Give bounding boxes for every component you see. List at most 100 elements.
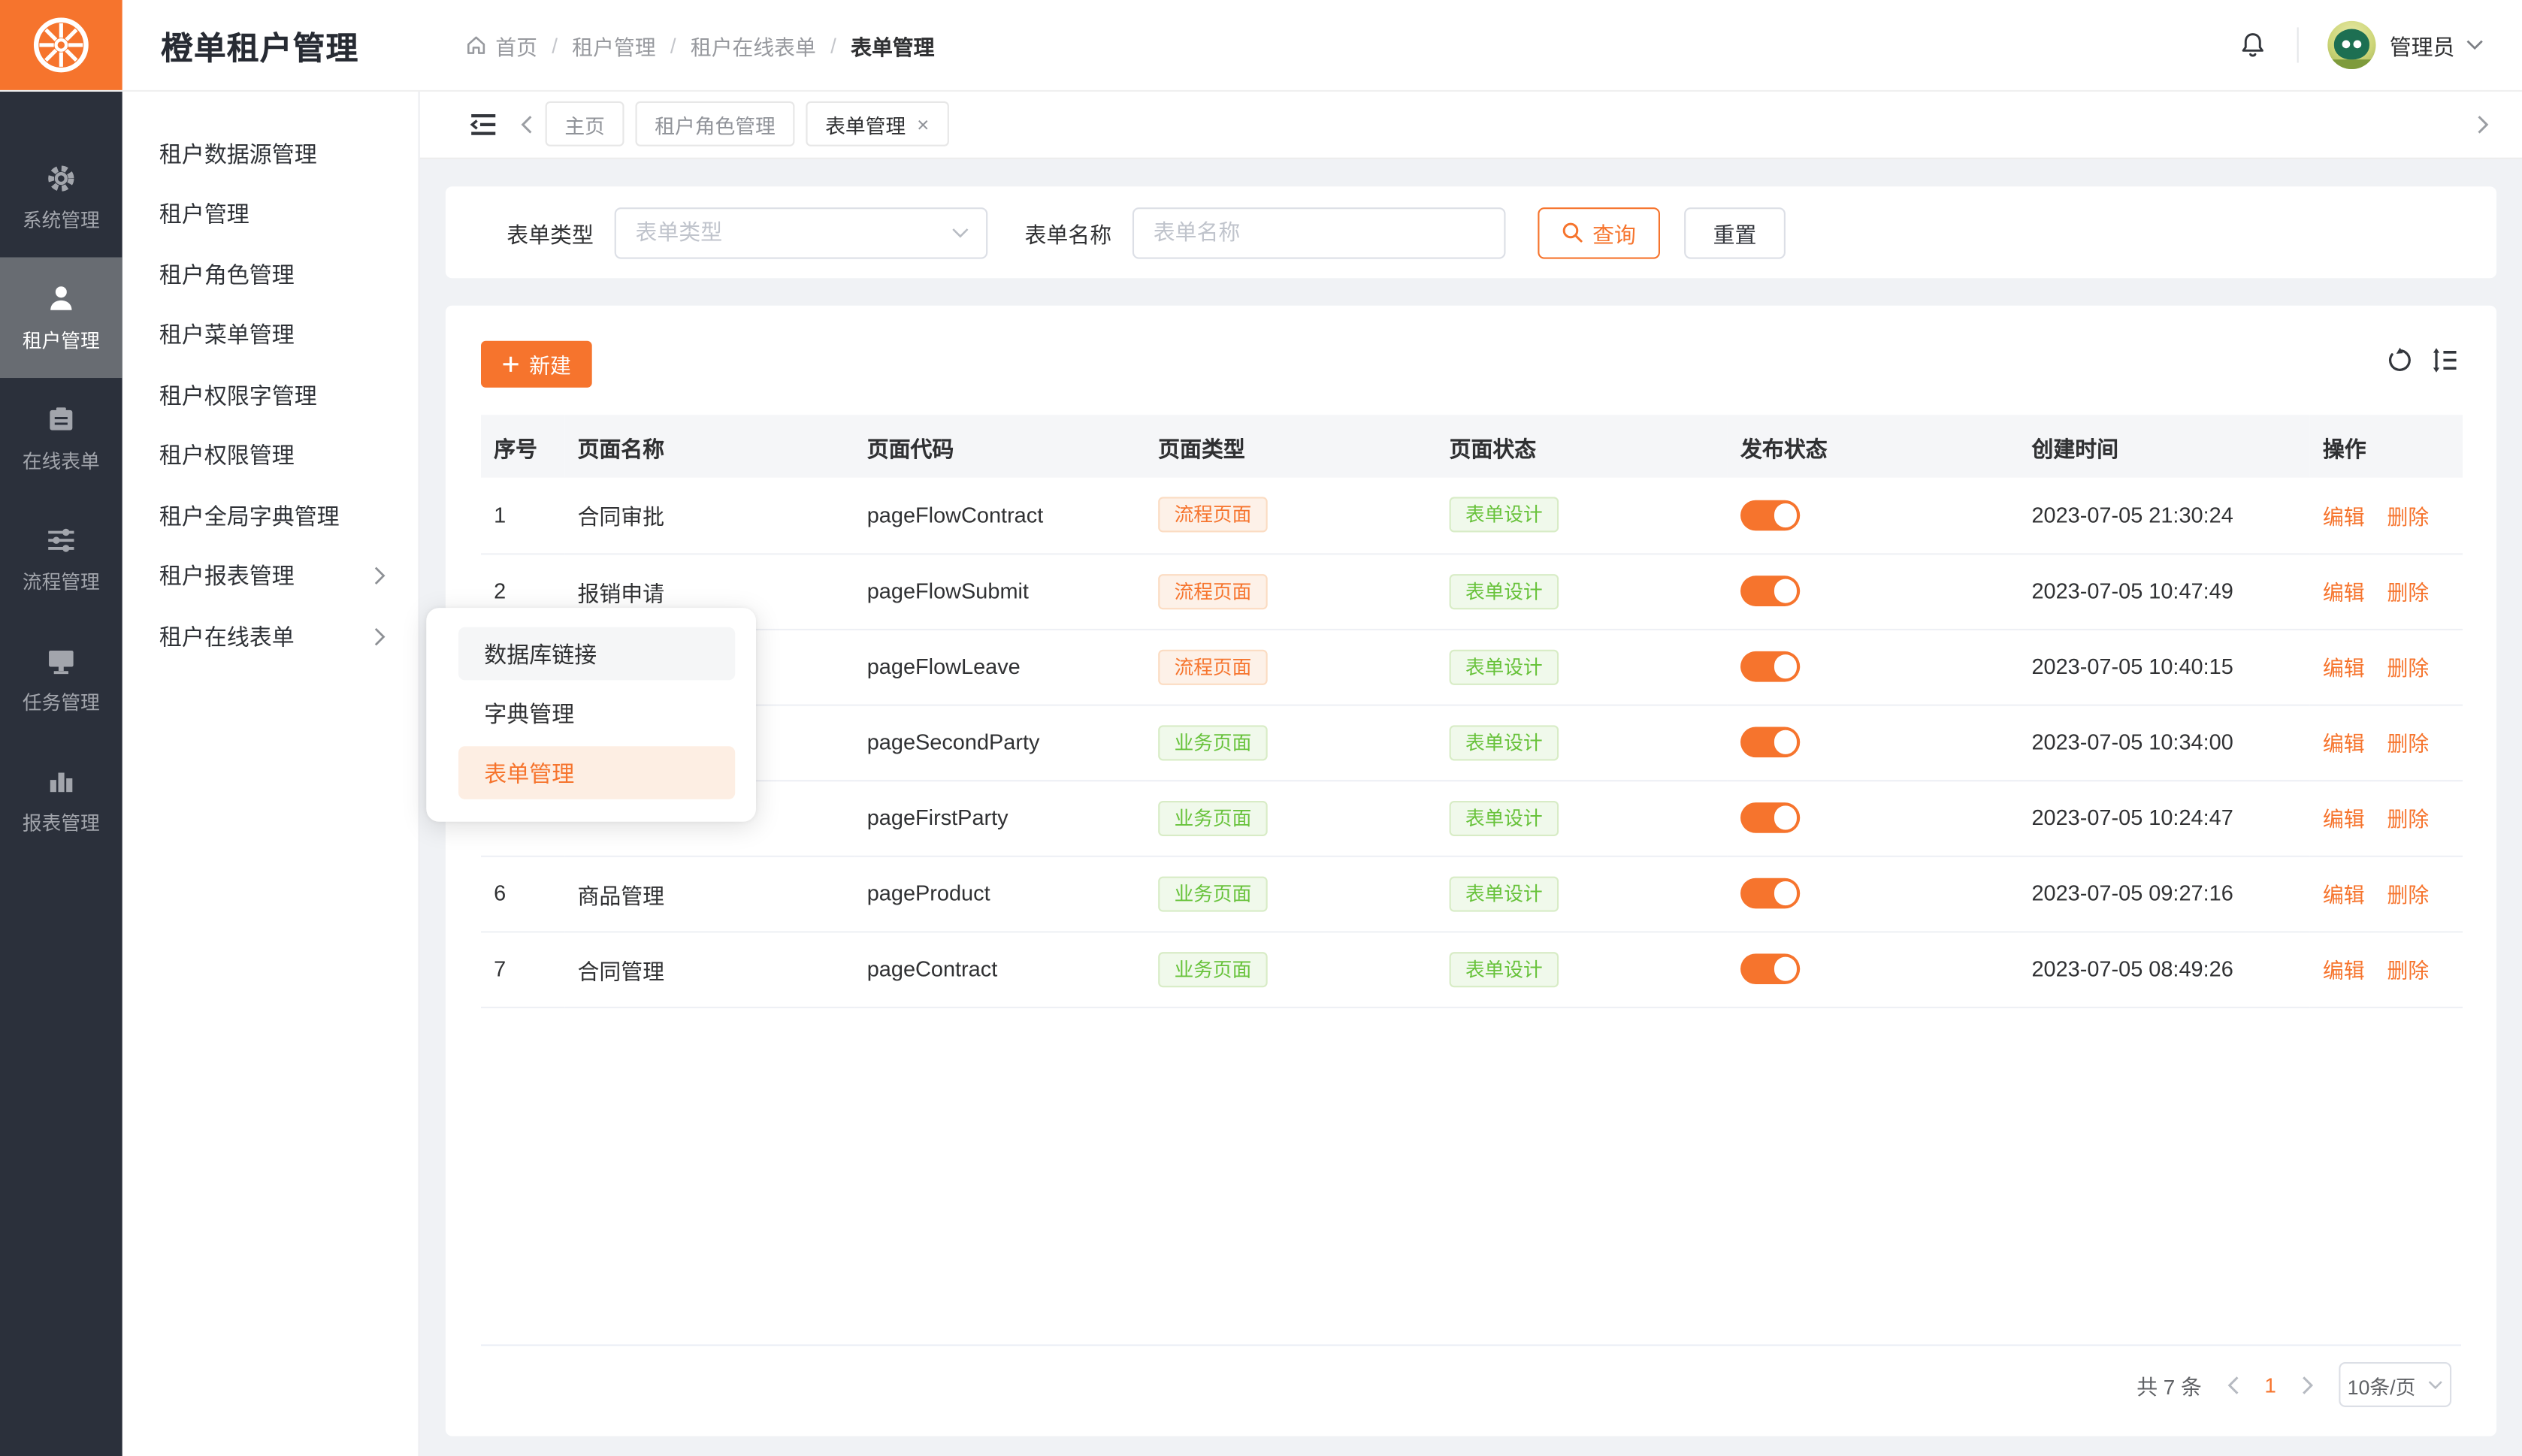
reset-button[interactable]: 重置 bbox=[1684, 207, 1786, 258]
delete-link[interactable]: 删除 bbox=[2387, 959, 2430, 983]
breadcrumb-separator: / bbox=[670, 33, 676, 57]
form-design-tag[interactable]: 表单设计 bbox=[1450, 724, 1559, 760]
tab-bar: 主页 租户角色管理 表单管理 × bbox=[420, 90, 2522, 159]
app-logo[interactable] bbox=[0, 0, 122, 90]
new-button[interactable]: 新建 bbox=[481, 341, 592, 388]
rail-item-tenant[interactable]: 租户管理 bbox=[0, 257, 122, 378]
tabs-scroll-right-icon[interactable] bbox=[2475, 113, 2490, 134]
rail-item-online-form[interactable]: 在线表单 bbox=[0, 378, 122, 499]
plus-icon bbox=[502, 355, 520, 373]
form-design-tag[interactable]: 表单设计 bbox=[1450, 573, 1559, 609]
page-number[interactable]: 1 bbox=[2264, 1373, 2276, 1397]
col-no: 序号 bbox=[481, 415, 564, 477]
form-name-input-box[interactable] bbox=[1132, 207, 1506, 258]
app-title: 橙单租户管理 bbox=[161, 22, 358, 68]
page-type-tag: 业务页面 bbox=[1158, 724, 1268, 760]
user-avatar[interactable] bbox=[2327, 21, 2375, 69]
chevron-down-icon[interactable] bbox=[2466, 38, 2484, 51]
delete-link[interactable]: 删除 bbox=[2387, 808, 2430, 832]
edit-link[interactable]: 编辑 bbox=[2323, 505, 2365, 529]
sidebar-item-tenant-role[interactable]: 租户角色管理 bbox=[122, 244, 419, 304]
col-page-name: 页面名称 bbox=[564, 415, 854, 477]
breadcrumb-separator: / bbox=[552, 33, 558, 57]
edit-link[interactable]: 编辑 bbox=[2323, 883, 2365, 907]
search-icon bbox=[1562, 222, 1583, 243]
publish-toggle[interactable] bbox=[1740, 803, 1800, 833]
edit-link[interactable]: 编辑 bbox=[2323, 732, 2365, 756]
pagination-total: 共 7 条 bbox=[2136, 1370, 2202, 1400]
form-type-select[interactable] bbox=[615, 207, 988, 258]
form-design-tag[interactable]: 表单设计 bbox=[1450, 876, 1559, 911]
bar-chart-icon bbox=[45, 765, 77, 797]
row-density-icon[interactable] bbox=[2432, 347, 2457, 373]
page-type-tag: 流程页面 bbox=[1158, 573, 1268, 609]
tab-tenant-role[interactable]: 租户角色管理 bbox=[636, 101, 795, 147]
form-type-select-input[interactable] bbox=[616, 220, 986, 244]
edit-link[interactable]: 编辑 bbox=[2323, 656, 2365, 680]
form-design-tag[interactable]: 表单设计 bbox=[1450, 800, 1559, 835]
edit-link[interactable]: 编辑 bbox=[2323, 581, 2365, 605]
breadcrumb-item[interactable]: 租户管理 bbox=[572, 30, 655, 61]
breadcrumb-item[interactable]: 租户在线表单 bbox=[691, 30, 816, 61]
publish-toggle[interactable] bbox=[1740, 727, 1800, 757]
query-button[interactable]: 查询 bbox=[1538, 207, 1660, 258]
page-type-tag: 业务页面 bbox=[1158, 951, 1268, 986]
rail-item-task[interactable]: 任务管理 bbox=[0, 619, 122, 740]
form-design-tag[interactable]: 表单设计 bbox=[1450, 497, 1559, 533]
icon-rail: 系统管理 租户管理 在线表单 bbox=[0, 90, 122, 1456]
submenu-item-form-management[interactable]: 表单管理 bbox=[458, 746, 735, 799]
publish-toggle[interactable] bbox=[1740, 500, 1800, 530]
breadcrumb-current: 表单管理 bbox=[851, 30, 934, 61]
refresh-icon[interactable] bbox=[2387, 347, 2413, 373]
table-row: pageFirstParty 业务页面 表单设计 2023-07-05 10:2… bbox=[481, 780, 2463, 856]
sidebar-item-tenant-report[interactable]: 租户报表管理 bbox=[122, 546, 419, 606]
sidebar-item-datasource[interactable]: 租户数据源管理 bbox=[122, 124, 419, 184]
delete-link[interactable]: 删除 bbox=[2387, 656, 2430, 680]
publish-toggle[interactable] bbox=[1740, 954, 1800, 984]
publish-toggle[interactable] bbox=[1740, 878, 1800, 908]
tabs-scroll-left-icon[interactable] bbox=[519, 113, 534, 134]
delete-link[interactable]: 删除 bbox=[2387, 581, 2430, 605]
sidebar-item-tenant[interactable]: 租户管理 bbox=[122, 184, 419, 244]
rail-item-flow[interactable]: 流程管理 bbox=[0, 499, 122, 620]
delete-link[interactable]: 删除 bbox=[2387, 732, 2430, 756]
chevron-right-icon bbox=[373, 566, 386, 586]
page-type-tag: 流程页面 bbox=[1158, 497, 1268, 533]
sidebar-item-global-dict[interactable]: 租户全局字典管理 bbox=[122, 485, 419, 545]
form-design-tag[interactable]: 表单设计 bbox=[1450, 649, 1559, 684]
delete-link[interactable]: 删除 bbox=[2387, 505, 2430, 529]
submenu-item-database-link[interactable]: 数据库链接 bbox=[458, 627, 735, 681]
chevron-down-icon bbox=[951, 226, 970, 239]
breadcrumb-home[interactable]: 首页 bbox=[465, 30, 537, 61]
table-tools bbox=[2387, 347, 2458, 373]
rail-item-system[interactable]: 系统管理 bbox=[0, 137, 122, 258]
tab-form-management[interactable]: 表单管理 × bbox=[806, 101, 948, 147]
edit-link[interactable]: 编辑 bbox=[2323, 959, 2365, 983]
sidebar-item-permission[interactable]: 租户权限管理 bbox=[122, 425, 419, 485]
submenu-item-dict-management[interactable]: 字典管理 bbox=[458, 687, 735, 740]
publish-toggle[interactable] bbox=[1740, 576, 1800, 606]
page-size-select[interactable]: 10条/页 bbox=[2339, 1362, 2451, 1407]
sidebar-item-tenant-menu[interactable]: 租户菜单管理 bbox=[122, 305, 419, 365]
next-page-icon[interactable] bbox=[2300, 1374, 2315, 1395]
rail-item-report[interactable]: 报表管理 bbox=[0, 740, 122, 861]
sidebar-item-tenant-online-form[interactable]: 租户在线表单 bbox=[122, 606, 419, 666]
sidebar-item-permission-word[interactable]: 租户权限字管理 bbox=[122, 365, 419, 425]
user-name[interactable]: 管理员 bbox=[2390, 29, 2455, 62]
col-created-time: 创建时间 bbox=[2019, 415, 2309, 477]
prev-page-icon[interactable] bbox=[2226, 1374, 2240, 1395]
table-row: 6 商品管理 pageProduct 业务页面 表单设计 2023-07-05 … bbox=[481, 856, 2463, 932]
table-panel: 新建 bbox=[446, 306, 2496, 1436]
form-design-tag[interactable]: 表单设计 bbox=[1450, 951, 1559, 986]
tab-close-icon[interactable]: × bbox=[917, 113, 929, 134]
delete-link[interactable]: 删除 bbox=[2387, 883, 2430, 907]
edit-link[interactable]: 编辑 bbox=[2323, 808, 2365, 832]
breadcrumb: 首页 / 租户管理 / 租户在线表单 / 表单管理 bbox=[465, 30, 935, 61]
form-name-input[interactable] bbox=[1134, 220, 1504, 244]
tab-home[interactable]: 主页 bbox=[546, 101, 624, 147]
notification-bell-icon[interactable] bbox=[2236, 30, 2267, 61]
publish-toggle[interactable] bbox=[1740, 651, 1800, 681]
online-form-submenu-popup: 数据库链接 字典管理 表单管理 bbox=[426, 608, 756, 822]
menu-fold-icon[interactable] bbox=[470, 112, 497, 136]
citrus-logo-icon bbox=[29, 13, 94, 77]
